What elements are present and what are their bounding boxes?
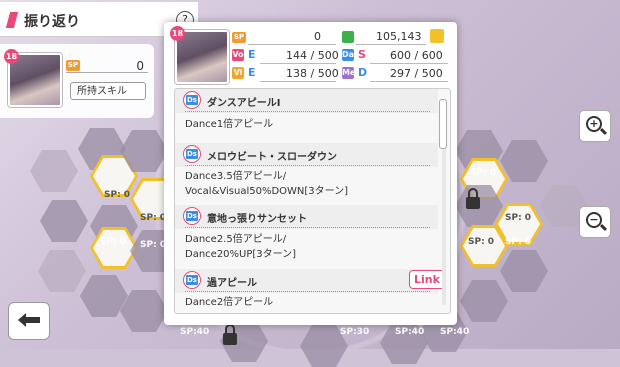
mental-rank: D — [358, 66, 368, 79]
skill-desc-line: Dance2.5倍アピール/ — [185, 234, 287, 245]
skill-dialog: 18 SP 0 105,143 Vo E 144 / 500 Da S 600 … — [164, 22, 457, 325]
dance-value: 600 / 600 — [390, 49, 443, 62]
divider — [185, 291, 430, 292]
sp-icon: SP — [232, 32, 246, 43]
divider — [260, 63, 336, 64]
board-hex — [30, 150, 78, 192]
dance-icon: Da — [342, 49, 355, 61]
dance-skill-icon — [183, 91, 201, 109]
skill-list[interactable]: ダンスアピールⅠ Dance1倍アピール メロウビート・スローダウン Dance… — [174, 88, 451, 314]
vocal-rank: E — [248, 48, 256, 61]
zoom-out-button[interactable]: − — [579, 206, 611, 238]
skill-desc-line: Dance3.5倍アピール/ — [185, 171, 287, 182]
visual-icon: Vi — [232, 67, 244, 79]
mental-icon: Me — [342, 67, 356, 79]
skill-desc-line: Dance2倍アピール — [185, 297, 274, 308]
vocal-value: 144 / 500 — [286, 49, 339, 62]
lock-icon — [223, 324, 237, 345]
crown-icon — [430, 29, 444, 43]
sp-tag: SP: 0 — [505, 237, 532, 247]
sp-tag: SP: 0 — [140, 240, 167, 250]
zoom-in-button[interactable]: + — [579, 110, 611, 142]
sp-tag: SP:40 — [180, 327, 210, 337]
sp-value: 0 — [136, 59, 144, 73]
divider — [356, 44, 426, 45]
fans-icon — [342, 31, 354, 43]
sp-tag: SP: 0 — [505, 213, 532, 223]
skill-desc: Dance3.5倍アピール/ Vocal&Visual50%DOWN[3ターン] — [185, 169, 348, 199]
sp-tag: SP: 0 — [470, 168, 497, 178]
divider — [260, 81, 336, 82]
header-accent-mark — [5, 12, 19, 28]
back-button[interactable] — [8, 302, 50, 340]
sp-icon: SP — [66, 60, 80, 71]
link-button[interactable]: Link — [409, 270, 445, 289]
sp-tag: SP: 0 — [100, 237, 127, 247]
skill-desc: Dance2倍アピール — [185, 295, 273, 310]
skill-desc: Dance2.5倍アピール/ Dance20%UP[3ターン] — [185, 232, 296, 262]
divider — [185, 165, 430, 166]
board-hex — [500, 250, 548, 292]
level-ribbon: 18 — [170, 26, 185, 41]
sp-tag: SP: 0 — [468, 237, 495, 247]
zoom-out-icon: − — [586, 212, 602, 228]
divider — [248, 44, 336, 45]
owned-skills-label: 所持スキル — [77, 86, 127, 97]
level-ribbon: 18 — [4, 49, 19, 64]
skill-desc-line: Dance1倍アピール — [185, 119, 274, 130]
divider — [370, 81, 448, 82]
skill-desc-line: Vocal&Visual50%DOWN[3ターン] — [185, 186, 349, 197]
fans-value: 105,143 — [376, 30, 422, 43]
back-arrow-icon — [18, 313, 40, 327]
page-title: 振り返り — [24, 14, 80, 30]
idol-card: 18 SP 0 所持スキル — [0, 44, 154, 118]
skill-desc: Dance1倍アピール — [185, 117, 273, 132]
lock-icon — [466, 188, 480, 209]
owned-skills-button[interactable]: 所持スキル — [70, 82, 146, 100]
visual-rank: E — [248, 66, 256, 79]
divider — [66, 72, 148, 73]
skill-name: 過アピール — [207, 278, 257, 289]
skill-name: ダンスアピールⅠ — [207, 98, 281, 109]
visual-value: 138 / 500 — [286, 67, 339, 80]
sp-tag: SP: 0 — [140, 213, 167, 223]
sp-tag: SP:40 — [395, 327, 425, 337]
divider — [185, 111, 430, 112]
sp-tag: SP:30 — [340, 327, 370, 337]
scrollbar-thumb[interactable] — [439, 99, 447, 149]
zoom-in-icon: + — [586, 116, 602, 132]
board-hex — [500, 140, 548, 182]
dance-rank: S — [358, 48, 366, 61]
sp-value: 0 — [314, 30, 321, 43]
skill-name: 意地っ張りサンセット — [207, 214, 307, 225]
board-hex — [460, 280, 508, 322]
dance-skill-icon — [183, 207, 201, 225]
sp-tag: SP: 0 — [104, 190, 131, 200]
divider — [370, 63, 448, 64]
dance-skill-icon — [183, 271, 201, 289]
sp-tag: SP:40 — [440, 327, 470, 337]
mental-value: 297 / 500 — [390, 67, 443, 80]
divider — [185, 227, 430, 228]
skill-name: メロウビート・スローダウン — [207, 152, 337, 163]
board-hex — [40, 200, 88, 242]
vocal-icon: Vo — [232, 49, 244, 61]
dance-skill-icon — [183, 145, 201, 163]
skill-desc-line: Dance20%UP[3ターン] — [185, 249, 297, 260]
board-hex — [38, 250, 86, 292]
